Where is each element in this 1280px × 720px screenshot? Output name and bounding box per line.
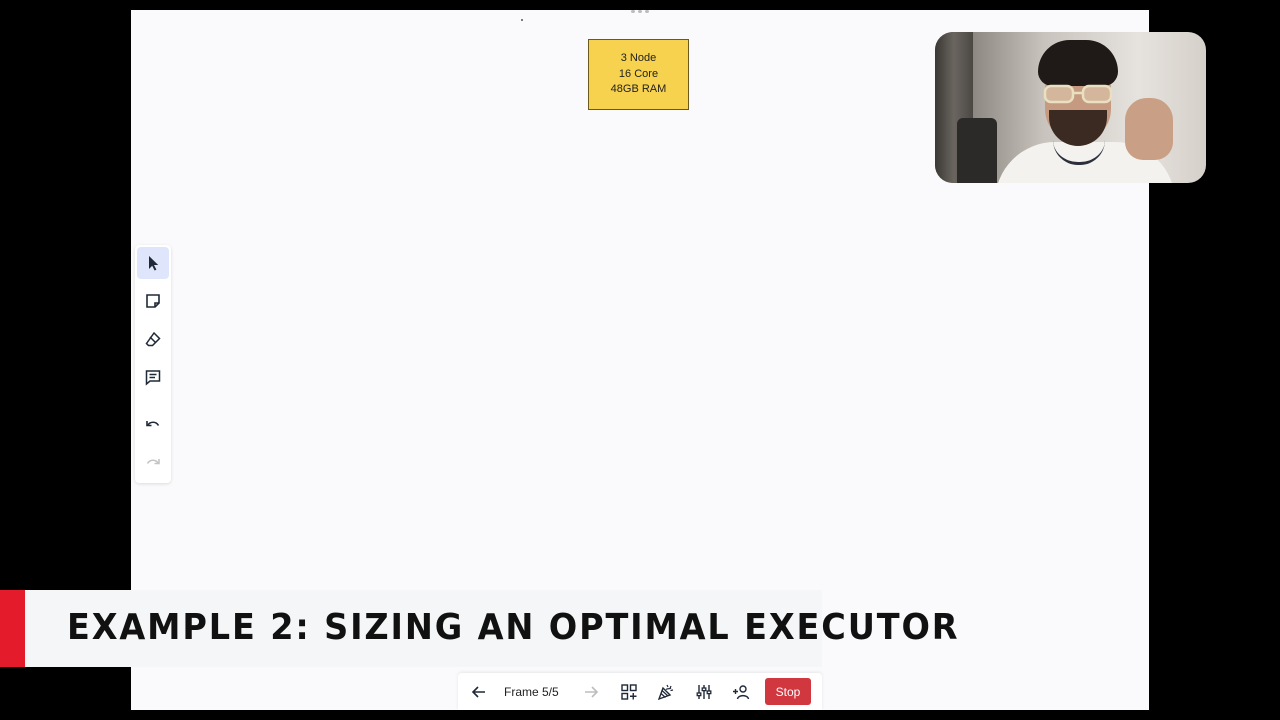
invite-button[interactable] (730, 679, 752, 705)
lower-third-caption: EXAMPLE 2: SIZING AN OPTIMAL EXECUTOR (0, 590, 958, 667)
presenter-hand (1125, 98, 1173, 160)
redo-button[interactable] (137, 447, 169, 479)
left-toolbar (135, 245, 171, 483)
add-user-icon (733, 685, 750, 700)
stop-presentation-button[interactable]: Stop (765, 678, 811, 705)
frame-counter: Frame 5/5 (504, 685, 559, 699)
sticky-note[interactable]: 3 Node 16 Core 48GB RAM (588, 39, 689, 110)
drag-handle-icon[interactable] (629, 10, 651, 14)
sticky-note-line-2: 16 Core (618, 67, 659, 80)
arrow-right-icon (585, 686, 599, 698)
eraser-tool-button[interactable] (137, 323, 169, 355)
select-tool-button[interactable] (137, 247, 169, 279)
comment-icon (145, 370, 161, 386)
presenter-webcam-overlay (935, 32, 1206, 183)
apps-button[interactable] (618, 679, 640, 705)
arrow-left-icon (471, 686, 485, 698)
webcam-background-chair (957, 118, 997, 183)
comment-tool-button[interactable] (137, 361, 169, 393)
sticky-note-tool-button[interactable] (137, 285, 169, 317)
previous-frame-button[interactable] (468, 679, 490, 705)
redo-icon (146, 459, 160, 465)
sticky-note-line-1: 3 Node (620, 52, 657, 65)
sticky-note-icon (146, 294, 160, 308)
eraser-icon (145, 331, 161, 347)
undo-icon (146, 421, 160, 427)
cursor-icon (149, 256, 159, 271)
presentation-bottom-bar: Frame 5/5 Stop (458, 673, 822, 710)
undo-button[interactable] (137, 409, 169, 441)
celebrate-button[interactable] (655, 679, 677, 705)
presenter-glasses (1043, 84, 1113, 104)
lower-third-title: EXAMPLE 2: SIZING AN OPTIMAL EXECUTOR (67, 607, 960, 648)
settings-button[interactable] (693, 679, 715, 705)
party-popper-icon (657, 684, 674, 701)
canvas-dot (521, 19, 523, 21)
lower-third-accent-bar (0, 590, 25, 667)
apps-add-icon (621, 684, 637, 700)
next-frame-button[interactable] (580, 679, 602, 705)
presenter-hair (1038, 40, 1118, 86)
sliders-icon (696, 685, 712, 699)
sticky-note-line-3: 48GB RAM (610, 83, 667, 96)
